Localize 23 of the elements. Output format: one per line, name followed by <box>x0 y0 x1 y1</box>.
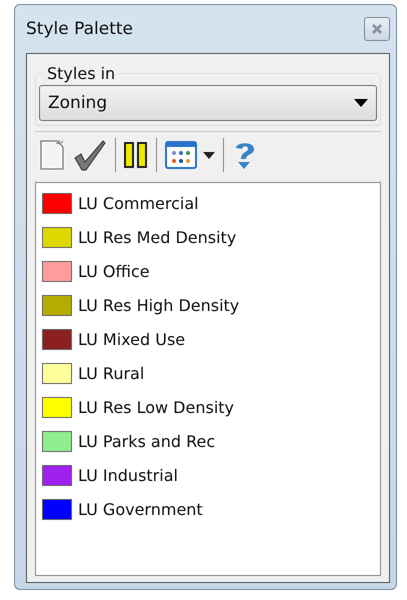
style-item[interactable]: LU Rural <box>78 364 144 382</box>
group-label: Styles in <box>46 64 116 83</box>
selected-value: Zoning <box>48 93 108 113</box>
window-title: Style Palette <box>26 19 133 39</box>
grid-view-button[interactable] <box>165 141 215 169</box>
new-style-button[interactable] <box>39 139 65 171</box>
style-item[interactable]: LU Res Low Density <box>78 398 234 416</box>
style-item[interactable]: LU Office <box>78 262 150 280</box>
close-icon <box>371 23 383 35</box>
style-item[interactable]: LU Parks and Rec <box>78 432 216 450</box>
style-item[interactable]: LU Res Med Density <box>78 228 236 246</box>
style-item[interactable]: LU Res High Density <box>78 296 240 314</box>
style-item[interactable]: LU Commercial <box>78 194 199 212</box>
grid-icon <box>165 141 197 169</box>
style-item[interactable]: LU Government <box>78 500 203 518</box>
check-icon[interactable] <box>73 138 107 172</box>
caret-icon <box>354 99 368 107</box>
columns-icon[interactable] <box>124 142 148 168</box>
styles-dropdown[interactable]: Zoning <box>39 85 377 121</box>
caret-icon <box>203 152 215 158</box>
style-item[interactable]: LU Mixed Use <box>78 330 186 348</box>
close-button[interactable] <box>364 17 390 41</box>
style-item[interactable]: LU Industrial <box>78 466 178 484</box>
